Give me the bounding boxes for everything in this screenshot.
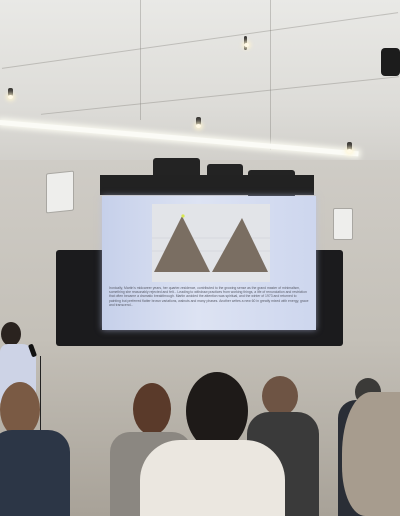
ceiling-downlight	[8, 88, 13, 99]
audience-head	[186, 372, 248, 450]
presenter-head	[1, 322, 21, 346]
ceiling-downlight	[347, 142, 352, 153]
lecture-hall-photo: Ironically, Martin's midcareer years, he…	[0, 0, 400, 516]
mountains-painting	[152, 204, 270, 282]
audience-body	[0, 430, 70, 516]
audience-head	[133, 383, 171, 435]
slide-caption: Ironically, Martin's midcareer years, he…	[109, 286, 309, 307]
audience-body	[140, 440, 285, 516]
projection-screen: Ironically, Martin's midcareer years, he…	[102, 196, 316, 330]
audience-head	[342, 392, 400, 516]
wall-speaker-left	[46, 170, 74, 214]
projection-screen-case	[100, 175, 314, 195]
audience-head	[262, 376, 298, 416]
ceiling-downlight	[196, 117, 201, 128]
slide-image	[152, 204, 270, 282]
wall-speaker-right	[333, 208, 353, 240]
ceiling-sprinkler	[244, 36, 249, 50]
audience-head	[0, 382, 40, 437]
security-camera	[381, 48, 400, 76]
